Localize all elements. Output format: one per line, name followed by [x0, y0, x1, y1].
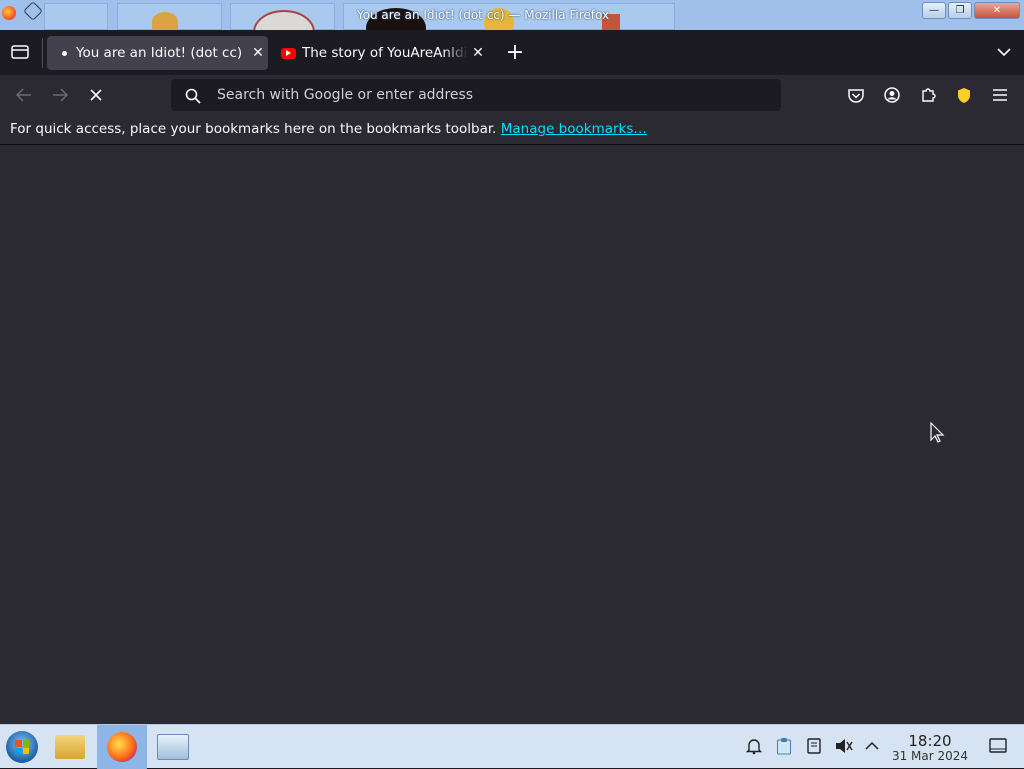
show-hidden-icons-button[interactable] — [861, 735, 883, 757]
tab-label: You are an Idiot! (dot cc) — [76, 45, 242, 61]
extensions-button[interactable] — [914, 81, 942, 109]
shield-icon — [958, 87, 970, 103]
settings-app-icon — [157, 734, 189, 760]
youtube-icon — [281, 47, 296, 59]
stop-button[interactable] — [82, 81, 110, 109]
taskbar-firefox[interactable] — [97, 725, 147, 769]
url-input[interactable] — [217, 85, 757, 105]
start-orb-icon — [6, 731, 38, 763]
bookmarks-hint-text: For quick access, place your bookmarks h… — [10, 121, 497, 137]
tab-label: The story of YouAreAnIdiot — [302, 45, 468, 61]
desktop-panel-icon — [989, 738, 1007, 753]
minimize-button[interactable]: — — [922, 2, 946, 19]
bell-icon — [745, 739, 763, 755]
tab-story-of-youareanidiot[interactable]: The story of YouAreAnIdiot ✕ — [275, 36, 491, 70]
hamburger-menu-icon — [993, 89, 1007, 101]
account-button[interactable] — [878, 81, 906, 109]
arrow-right-icon — [53, 88, 68, 102]
account-icon — [884, 87, 900, 103]
chevron-down-icon — [997, 48, 1011, 57]
puzzle-piece-icon — [922, 88, 936, 102]
chevron-up-icon — [865, 741, 879, 750]
forward-button[interactable] — [46, 81, 74, 109]
stop-x-icon — [90, 89, 102, 101]
list-all-tabs-button[interactable] — [990, 38, 1018, 66]
tab-you-are-an-idiot[interactable]: You are an Idiot! (dot cc) ✕ — [47, 36, 268, 70]
tab-separator — [42, 38, 43, 68]
clock-date[interactable]: 31 Mar 2024 — [884, 749, 976, 763]
clipboard-icon — [777, 738, 791, 755]
nav-toolbar — [0, 75, 1024, 115]
maximize-button[interactable]: ❐ — [948, 2, 972, 19]
show-desktop-button[interactable] — [987, 735, 1009, 757]
mouse-cursor-icon — [930, 422, 945, 443]
arrow-left-icon — [16, 88, 31, 102]
page-content[interactable] — [0, 145, 1024, 724]
app-menu-button[interactable] — [986, 81, 1014, 109]
notifications-bell[interactable] — [743, 735, 765, 757]
window-titlebar[interactable]: You are an Idiot! (dot cc) — Mozilla Fir… — [0, 0, 1024, 30]
window-title: You are an Idiot! (dot cc) — Mozilla Fir… — [356, 8, 610, 22]
pocket-button[interactable] — [842, 81, 870, 109]
close-tab-icon[interactable]: ✕ — [470, 45, 486, 61]
shield-extension-button[interactable] — [950, 81, 978, 109]
page-dot-icon — [62, 50, 67, 56]
volume-muted-icon — [836, 739, 853, 753]
bookmarks-toolbar: For quick access, place your bookmarks h… — [0, 115, 1024, 145]
taskbar-system-settings[interactable] — [151, 725, 195, 769]
clock-time[interactable]: 18:20 — [890, 732, 970, 750]
firefox-icon — [107, 732, 137, 762]
pocket-icon — [848, 88, 864, 103]
firefox-view-icon — [11, 45, 29, 59]
volume-tray[interactable] — [833, 735, 855, 757]
start-menu-button[interactable] — [0, 725, 44, 769]
folder-icon — [55, 735, 85, 759]
back-button[interactable] — [10, 81, 38, 109]
search-icon — [185, 88, 201, 104]
window-controls: — ❐ ✕ — [922, 2, 1020, 19]
firefox-view-button[interactable] — [6, 38, 34, 66]
storage-device-icon — [807, 738, 821, 754]
tab-bar: You are an Idiot! (dot cc) ✕ The story o… — [0, 30, 1024, 75]
manage-bookmarks-link[interactable]: Manage bookmarks… — [501, 121, 647, 137]
address-bar[interactable] — [171, 79, 781, 111]
new-tab-button[interactable]: + — [501, 38, 529, 66]
close-tab-icon[interactable]: ✕ — [250, 45, 266, 61]
clipboard-tray[interactable] — [773, 735, 795, 757]
bookmarks-message-line: For quick access, place your bookmarks h… — [10, 121, 647, 137]
taskbar-file-manager[interactable] — [48, 725, 92, 769]
close-window-button[interactable]: ✕ — [974, 2, 1020, 19]
taskbar: 18:20 31 Mar 2024 — [0, 724, 1024, 769]
storage-tray[interactable] — [803, 735, 825, 757]
